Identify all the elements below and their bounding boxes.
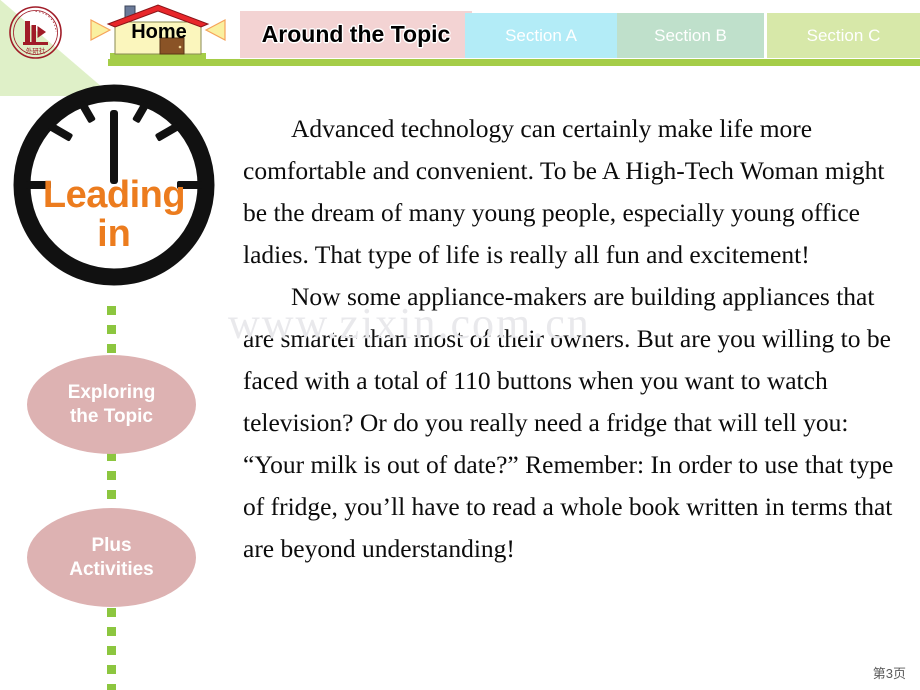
- plus-activities-line2: Activities: [69, 558, 154, 580]
- exploring-topic-line2: the Topic: [69, 405, 154, 427]
- sidebar-item-exploring-the-topic[interactable]: Exploring the Topic: [27, 355, 196, 454]
- svg-text:外研社: 外研社: [26, 46, 46, 55]
- sidebar-item-plus-activities[interactable]: Plus Activities: [27, 508, 196, 607]
- clock-icon: [13, 84, 215, 286]
- slide-canvas: 外研社 Home Around the Topic Section A Sect…: [0, 0, 920, 690]
- slide-title-banner: Around the Topic: [240, 11, 472, 58]
- plus-activities-line1: Plus: [91, 534, 132, 556]
- tab-section-a[interactable]: Section A: [465, 13, 617, 58]
- tab-section-b-label: Section B: [654, 25, 727, 45]
- left-triangle-arrow: [90, 19, 112, 41]
- exploring-topic-line1: Exploring: [67, 381, 156, 403]
- connector-dotted-line: [107, 306, 116, 354]
- home-button[interactable]: Home: [88, 2, 228, 62]
- header-divider-rule: [108, 59, 920, 66]
- connector-dotted-line: [107, 608, 116, 690]
- tab-section-b[interactable]: Section B: [617, 13, 764, 58]
- tab-section-c[interactable]: Section C: [767, 13, 920, 58]
- connector-dotted-line: [107, 452, 116, 508]
- page-title: Around the Topic: [261, 21, 451, 47]
- tab-section-a-label: Section A: [505, 25, 577, 45]
- sidebar-item-leading-in[interactable]: Leading in: [12, 80, 216, 290]
- paragraph-2: Now some appliance-makers are building a…: [243, 282, 894, 563]
- right-triangle-arrow: [204, 19, 226, 41]
- fltrp-publisher-logo: 外研社: [9, 6, 62, 59]
- paragraph-1: Advanced technology can certainly make l…: [243, 114, 885, 269]
- content-body: Advanced technology can certainly make l…: [243, 108, 898, 570]
- tab-section-c-label: Section C: [806, 25, 881, 45]
- page-number: 第3页: [872, 666, 906, 681]
